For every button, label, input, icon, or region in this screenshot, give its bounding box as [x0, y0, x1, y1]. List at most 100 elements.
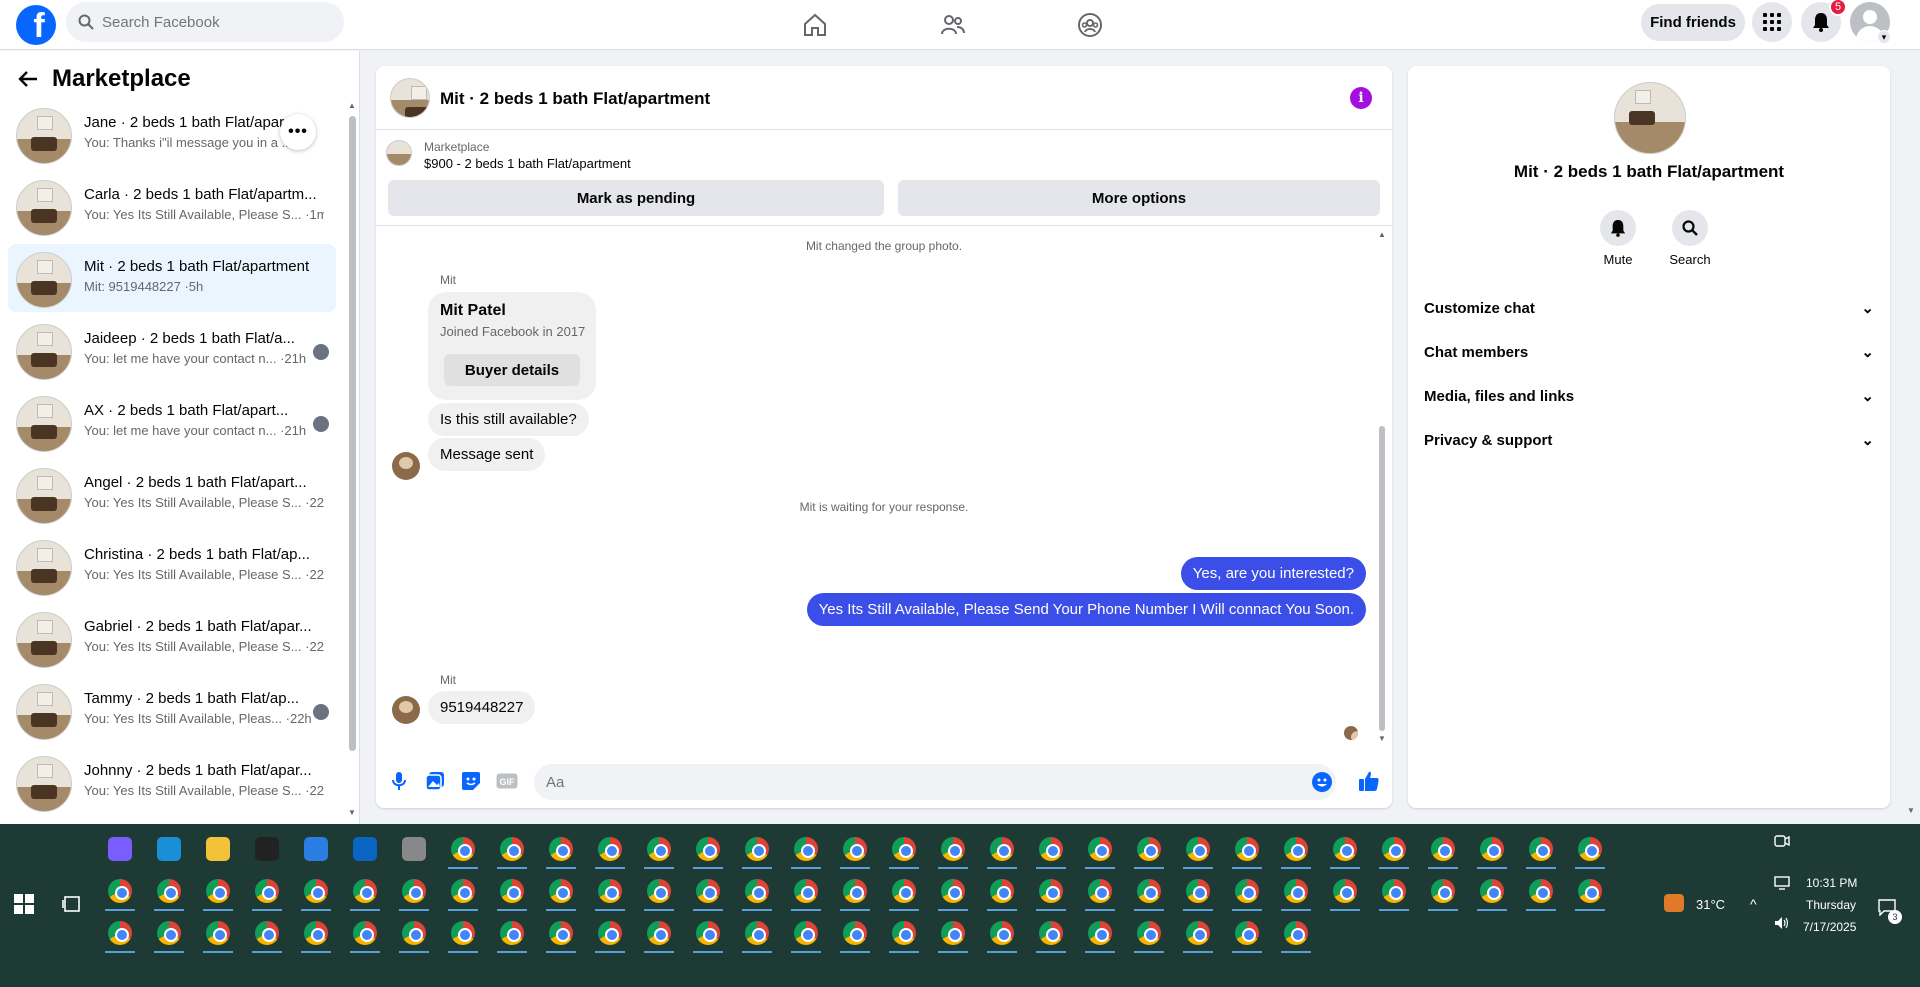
taskbar-app-icon[interactable] [840, 834, 870, 869]
clock-day[interactable]: Thursday [1806, 898, 1856, 912]
taskbar-app-icon[interactable] [1232, 876, 1262, 911]
search-input[interactable] [102, 13, 302, 31]
taskbar-app-icon[interactable] [840, 876, 870, 911]
conversation-item[interactable]: Mit · 2 beds 1 bath Flat/apartment Mit: 9… [8, 244, 336, 312]
more-options-icon[interactable]: ••• [280, 114, 316, 150]
taskbar-app-icon[interactable] [742, 834, 772, 869]
search-action[interactable]: Search [1658, 210, 1722, 267]
mute-action[interactable]: Mute [1586, 210, 1650, 267]
taskbar-app-icon[interactable] [644, 876, 674, 911]
taskbar-app-icon[interactable] [105, 876, 135, 911]
taskbar-app-icon[interactable] [497, 834, 527, 869]
outgoing-message[interactable]: Yes Its Still Available, Please Send You… [806, 593, 1366, 626]
taskbar-app-icon[interactable] [448, 834, 478, 869]
chat-scrollbar[interactable] [1379, 426, 1385, 731]
windows-start-icon[interactable] [14, 894, 34, 914]
find-friends-button[interactable]: Find friends [1641, 4, 1745, 41]
taskbar-app-icon[interactable] [1379, 834, 1409, 869]
taskbar-app-icon[interactable] [1281, 834, 1311, 869]
taskbar-app-icon[interactable] [791, 834, 821, 869]
taskbar-app-icon[interactable] [742, 918, 772, 953]
taskbar-app-icon[interactable] [497, 918, 527, 953]
taskbar-app-icon[interactable] [1477, 876, 1507, 911]
search-box[interactable] [66, 2, 344, 42]
listing-price-title[interactable]: $900 - 2 beds 1 bath Flat/apartment [424, 156, 631, 171]
conversation-item[interactable]: Carla · 2 beds 1 bath Flat/apartm... You:… [8, 172, 336, 240]
taskbar-app-icon[interactable] [1526, 876, 1556, 911]
taskbar-app-icon[interactable] [301, 918, 331, 953]
sticker-icon[interactable] [460, 770, 482, 792]
taskbar-app-icon[interactable] [252, 876, 282, 911]
taskbar-app-icon[interactable] [203, 834, 233, 864]
taskbar-app-icon[interactable] [154, 834, 184, 864]
conversation-item[interactable]: Tammy · 2 beds 1 bath Flat/ap... You: Yes… [8, 676, 336, 744]
outgoing-message[interactable]: Yes, are you interested? [1180, 557, 1366, 590]
scroll-up-arrow[interactable]: ▲ [348, 101, 356, 110]
photo-icon[interactable] [424, 770, 446, 792]
taskbar-app-icon[interactable] [1330, 876, 1360, 911]
mark-as-pending-button[interactable]: Mark as pending [388, 180, 884, 216]
taskbar-app-icon[interactable] [1281, 876, 1311, 911]
taskbar-app-icon[interactable] [987, 918, 1017, 953]
taskbar-app-icon[interactable] [105, 918, 135, 953]
incoming-message[interactable]: Is this still available? [428, 403, 589, 436]
friends-icon[interactable] [936, 8, 970, 42]
taskbar-app-icon[interactable] [1134, 834, 1164, 869]
listing-photo[interactable] [1614, 82, 1686, 154]
taskbar-app-icon[interactable] [1183, 834, 1213, 869]
taskbar-app-icon[interactable] [154, 876, 184, 911]
taskbar-app-icon[interactable] [105, 834, 135, 864]
taskbar-app-icon[interactable] [595, 834, 625, 869]
clock-date[interactable]: 7/17/2025 [1803, 920, 1856, 934]
sender-avatar[interactable] [392, 696, 420, 724]
taskbar-app-icon[interactable] [1134, 918, 1164, 953]
message-input[interactable] [546, 773, 1246, 791]
incoming-message[interactable]: 9519448227 [428, 691, 536, 724]
page-scroll-down-arrow[interactable]: ▼ [1907, 806, 1915, 815]
taskbar-app-icon[interactable] [742, 876, 772, 911]
taskbar-app-icon[interactable] [1232, 918, 1262, 953]
taskbar-app-icon[interactable] [791, 876, 821, 911]
taskbar-app-icon[interactable] [1575, 834, 1605, 869]
network-icon[interactable] [1774, 876, 1790, 890]
taskbar-app-icon[interactable] [1036, 918, 1066, 953]
taskbar-app-icon[interactable] [546, 876, 576, 911]
taskbar-app-icon[interactable] [1330, 834, 1360, 869]
taskbar-app-icon[interactable] [546, 918, 576, 953]
chat-members-row[interactable]: Chat members ⌄ [1424, 332, 1874, 372]
meet-now-icon[interactable] [1774, 834, 1790, 848]
taskbar-app-icon[interactable] [203, 918, 233, 953]
taskbar-app-icon[interactable] [644, 918, 674, 953]
taskbar-app-icon[interactable] [595, 918, 625, 953]
taskbar-app-icon[interactable] [693, 834, 723, 869]
taskbar-app-icon[interactable] [938, 834, 968, 869]
conversation-item[interactable]: Angel · 2 beds 1 bath Flat/apart... You: … [8, 460, 336, 528]
buyer-details-button[interactable]: Buyer details [444, 354, 580, 386]
weather-icon[interactable] [1664, 894, 1684, 912]
taskbar-app-icon[interactable] [693, 876, 723, 911]
groups-icon[interactable] [1073, 8, 1107, 42]
taskbar-app-icon[interactable] [1477, 834, 1507, 869]
taskbar-app-icon[interactable] [840, 918, 870, 953]
taskbar-app-icon[interactable] [350, 876, 380, 911]
taskbar-app-icon[interactable] [1183, 918, 1213, 953]
taskbar-app-icon[interactable] [938, 876, 968, 911]
taskbar-app-icon[interactable] [1526, 834, 1556, 869]
taskbar-app-icon[interactable] [399, 876, 429, 911]
message-input-box[interactable] [534, 764, 1336, 800]
taskbar-app-icon[interactable] [1085, 834, 1115, 869]
taskbar-app-icon[interactable] [1379, 876, 1409, 911]
more-options-button[interactable]: More options [898, 180, 1380, 216]
conversation-item[interactable]: AX · 2 beds 1 bath Flat/apart... You: let… [8, 388, 336, 456]
media-files-links-row[interactable]: Media, files and links ⌄ [1424, 376, 1874, 416]
sidebar-scrollbar[interactable] [349, 116, 356, 751]
microphone-icon[interactable] [388, 770, 410, 792]
chat-title[interactable]: Mit · 2 beds 1 bath Flat/apartment [440, 89, 710, 109]
taskbar-app-icon[interactable] [399, 918, 429, 953]
taskbar-app-icon[interactable] [252, 918, 282, 953]
taskbar-app-icon[interactable] [889, 834, 919, 869]
taskbar-app-icon[interactable] [1281, 918, 1311, 953]
taskbar-app-icon[interactable] [546, 834, 576, 869]
taskbar-app-icon[interactable] [644, 834, 674, 869]
sender-avatar[interactable] [392, 452, 420, 480]
